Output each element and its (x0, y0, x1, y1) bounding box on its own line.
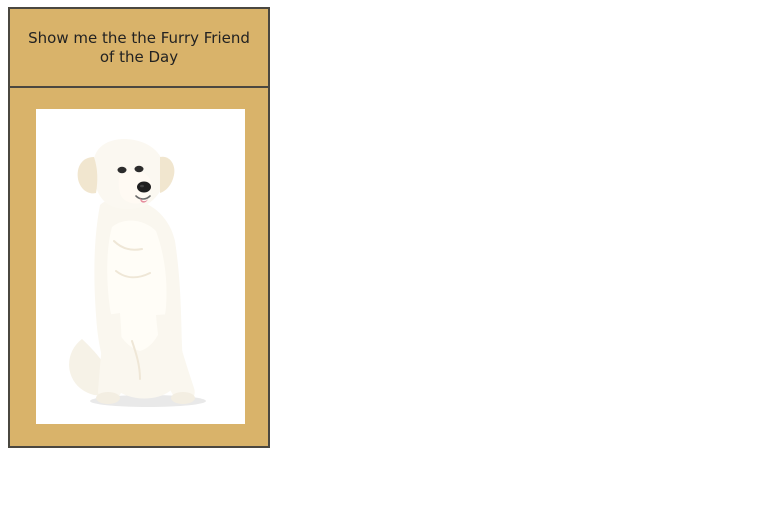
dog-photo (36, 109, 245, 424)
card-title[interactable]: Show me the the Furry Friend of the Day (28, 29, 250, 67)
card-header[interactable]: Show me the the Furry Friend of the Day (10, 9, 268, 88)
furry-friend-card: Show me the the Furry Friend of the Day (8, 7, 270, 448)
dog-illustration (36, 109, 245, 424)
